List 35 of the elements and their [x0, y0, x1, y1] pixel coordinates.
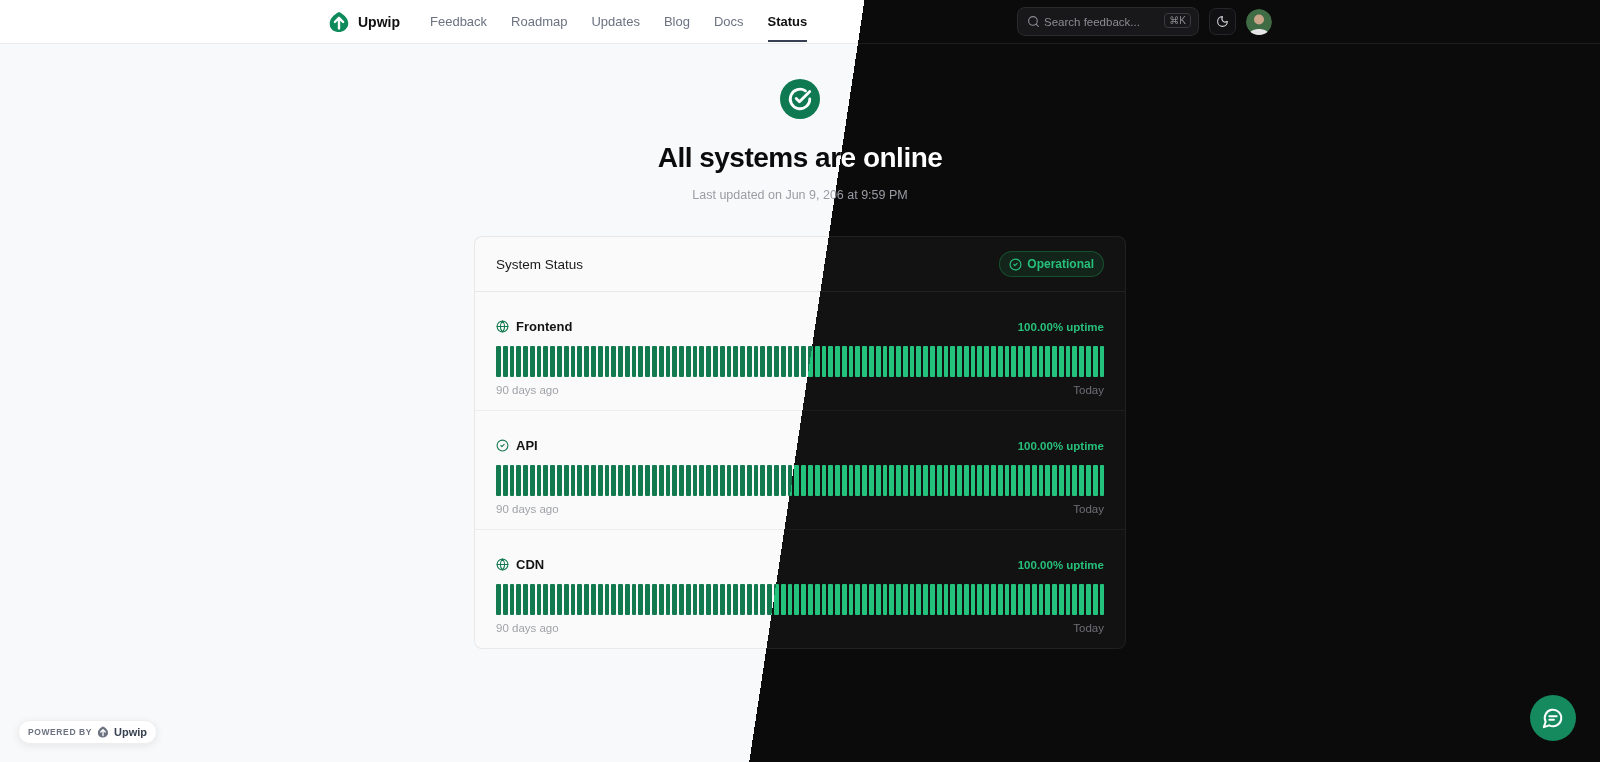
range-start-label: 90 days ago: [496, 503, 559, 515]
status-check-icon: [780, 79, 820, 119]
card-title: System Status: [496, 256, 584, 272]
uptime-value: 100.00% uptime: [1017, 439, 1104, 452]
avatar[interactable]: [1246, 8, 1272, 35]
chat-bubble-icon: [1542, 707, 1564, 729]
moon-icon: [1216, 15, 1229, 28]
nav-link[interactable]: Roadmap: [511, 1, 568, 42]
leaf-logo-icon: [97, 726, 110, 738]
service-name: Frontend: [516, 319, 573, 334]
shortcut-key: ⌘K: [1164, 13, 1191, 28]
search-icon: [1027, 15, 1040, 28]
nav-link[interactable]: Feedback: [430, 1, 488, 42]
powered-by-badge[interactable]: POWERED BY Upwip: [18, 720, 158, 744]
theme-toggle-button[interactable]: [1209, 8, 1236, 35]
uptime-value: 100.00% uptime: [1017, 558, 1104, 571]
brand-name: Upwip: [358, 13, 400, 30]
range-start-label: 90 days ago: [496, 622, 559, 634]
uptime-value: 100.00% uptime: [1017, 320, 1104, 333]
service-name: CDN: [516, 557, 545, 572]
status-badge: Operational: [999, 251, 1104, 277]
range-start-label: 90 days ago: [496, 384, 559, 396]
globe-icon: [496, 320, 509, 333]
leaf-logo-icon: [328, 10, 350, 33]
service-name: API: [516, 438, 538, 453]
range-end-label: Today: [1073, 622, 1104, 634]
check-circle-icon: [496, 439, 509, 452]
nav-link[interactable]: Blog: [663, 1, 690, 42]
nav-link[interactable]: Docs: [713, 1, 744, 42]
range-end-label: Today: [1073, 503, 1104, 515]
nav-link[interactable]: Updates: [591, 1, 640, 42]
nav-link[interactable]: Status: [767, 1, 808, 42]
chat-button[interactable]: [1530, 695, 1576, 741]
globe-icon: [496, 558, 509, 571]
range-end-label: Today: [1073, 384, 1104, 396]
